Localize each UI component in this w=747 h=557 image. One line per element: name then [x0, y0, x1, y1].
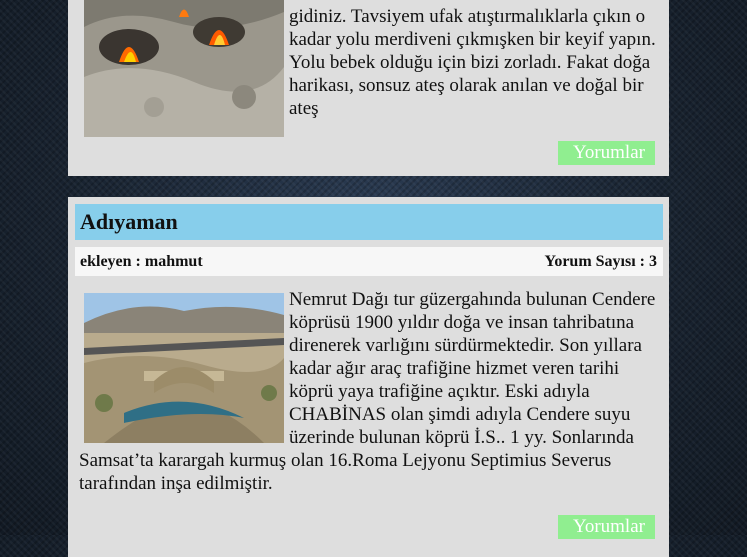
comment-count: Yorum Sayısı : 3 — [544, 252, 657, 270]
post-author: ekleyen : mahmut — [80, 252, 203, 270]
comments-button[interactable]: Yorumlar — [558, 141, 655, 165]
post-body-text: gidiniz. Tavsiyem ufak atıştırmalıklarla… — [289, 6, 656, 119]
post-meta-bar: ekleyen : mahmut Yorum Sayısı : 3 — [75, 247, 663, 276]
post-title[interactable]: Adıyaman — [80, 204, 663, 240]
post-title-bar: Adıyaman — [75, 204, 663, 240]
post-card: gidiniz. Tavsiyem ufak atıştırmalıklarla… — [68, 0, 669, 176]
post-card: Adıyaman ekleyen : mahmut Yorum Sayısı :… — [68, 197, 669, 557]
post-body-wrap: Nemrut Dağı tur güzergahında bulunan Cen… — [79, 288, 663, 495]
comments-button[interactable]: Yorumlar — [558, 515, 655, 539]
post-image-eternal-flames[interactable] — [84, 0, 284, 137]
image-spacer — [79, 288, 289, 444]
